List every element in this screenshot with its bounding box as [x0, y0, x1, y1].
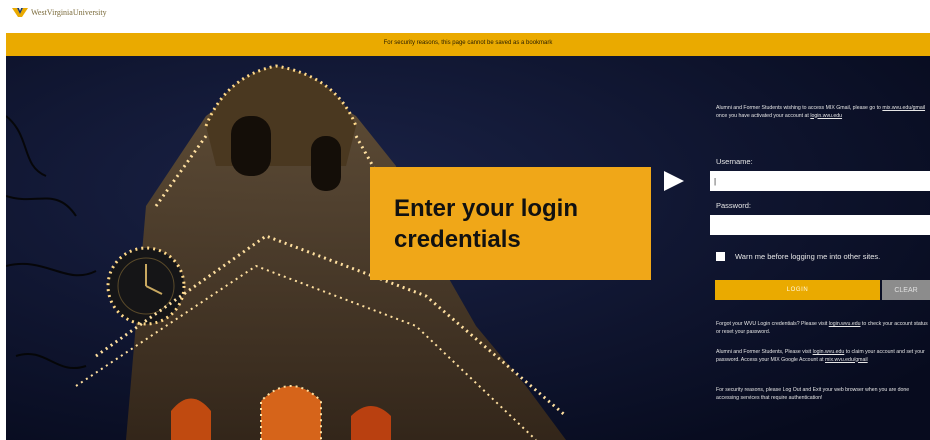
- notice-text: Alumni and Former Students wishing to ac…: [716, 105, 883, 111]
- callout-line-1: Enter your login: [394, 195, 579, 222]
- username-label: Username:: [716, 157, 753, 166]
- claim-gmail-link[interactable]: mix.wvu.edu/gmail: [825, 357, 868, 363]
- warn-option: Warn me before logging me into other sit…: [716, 252, 880, 261]
- mix-gmail-link[interactable]: mix.wvu.edu/gmail: [882, 105, 925, 111]
- banner-text: For security reasons, this page cannot b…: [383, 40, 553, 46]
- warn-label: Warn me before logging me into other sit…: [735, 252, 881, 261]
- password-input[interactable]: [710, 215, 930, 235]
- triangle-right-icon: [664, 171, 684, 191]
- alumni-gmail-notice: Alumni and Former Students wishing to ac…: [716, 105, 930, 120]
- notice-text-2: once you have activated your account at: [716, 112, 811, 119]
- callout-text: Enter your login credentials: [394, 193, 644, 255]
- security-banner: For security reasons, this page cannot b…: [6, 33, 930, 56]
- claim-text: Alumni and Former Students, Please visit: [716, 349, 813, 355]
- login-wvu-link[interactable]: login.wvu.edu: [810, 113, 842, 119]
- clear-button[interactable]: CLEAR: [882, 280, 930, 300]
- instruction-callout: Enter your login credentials: [370, 167, 651, 280]
- claim-login-link[interactable]: login.wvu.edu: [813, 349, 845, 355]
- forgot-credentials-text: Forgot your WVU Login credentials? Pleas…: [716, 321, 930, 336]
- forgot-text: Forgot your WVU Login credentials? Pleas…: [716, 321, 829, 327]
- top-header: WestVirginiaUniversity: [0, 0, 930, 33]
- username-input[interactable]: [710, 171, 930, 191]
- password-label: Password:: [716, 201, 752, 210]
- login-button[interactable]: LOGIN: [715, 280, 880, 300]
- login-panel: Alumni and Former Students wishing to ac…: [710, 95, 930, 440]
- flying-wv-icon: [12, 8, 28, 17]
- university-name: WestVirginiaUniversity: [31, 8, 107, 17]
- alumni-claim-text: Alumni and Former Students, Please visit…: [716, 349, 930, 364]
- callout-line-2: credentials: [394, 226, 521, 253]
- university-logo[interactable]: WestVirginiaUniversity: [12, 8, 107, 17]
- security-note: For security reasons, please Log Out and…: [716, 387, 910, 401]
- forgot-login-link[interactable]: login.wvu.edu: [829, 321, 861, 327]
- warn-checkbox[interactable]: [716, 252, 725, 261]
